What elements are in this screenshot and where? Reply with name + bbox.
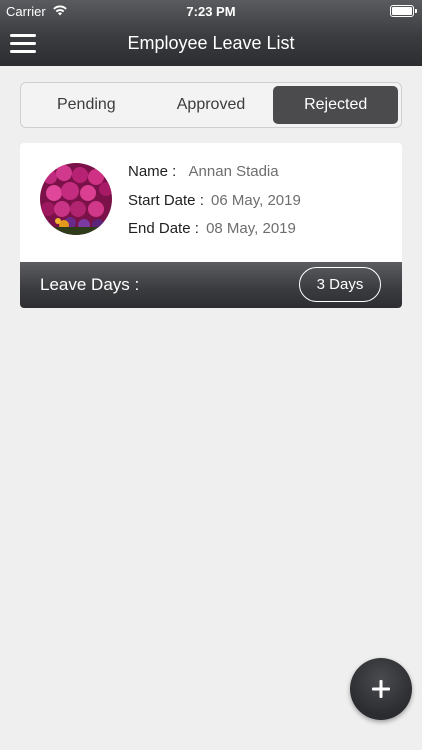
battery-icon xyxy=(390,5,417,17)
app-screen: Carrier 7:23 PM Employee Leave List Pend… xyxy=(0,0,422,750)
end-date-label: End Date : xyxy=(128,220,199,237)
tab-pending[interactable]: Pending xyxy=(24,86,149,124)
leave-days-label: Leave Days : xyxy=(40,275,140,294)
navigation-bar: Carrier 7:23 PM Employee Leave List xyxy=(0,0,422,66)
tab-approved[interactable]: Approved xyxy=(149,86,274,124)
status-bar: Carrier 7:23 PM xyxy=(0,0,422,22)
end-date-value: 08 May, 2019 xyxy=(206,220,296,237)
leave-days-badge: 3 Days xyxy=(299,267,381,302)
page-title: Employee Leave List xyxy=(127,33,295,53)
start-date-value: 06 May, 2019 xyxy=(211,192,301,209)
clock-time: 7:23 PM xyxy=(186,4,236,19)
start-date-label: Start Date : xyxy=(128,192,204,209)
start-date-row: Start Date : 06 May, 2019 xyxy=(128,192,301,209)
name-label: Name : xyxy=(128,163,177,180)
leave-request-card[interactable]: Name : Annan Stadia Start Date : 06 May,… xyxy=(20,143,402,308)
tab-rejected[interactable]: Rejected xyxy=(273,86,399,124)
employee-name-row: Name : Annan Stadia xyxy=(128,163,279,180)
leave-days-bar: Leave Days : 3 Days xyxy=(20,262,402,308)
status-segmented-control: Pending Approved Rejected xyxy=(20,82,402,128)
end-date-row: End Date : 08 May, 2019 xyxy=(128,220,296,237)
name-value: Annan Stadia xyxy=(188,163,279,180)
add-leave-button[interactable] xyxy=(350,658,412,720)
flower-photo-avatar xyxy=(40,163,112,235)
avatar xyxy=(40,163,112,235)
plus-icon xyxy=(372,680,390,698)
